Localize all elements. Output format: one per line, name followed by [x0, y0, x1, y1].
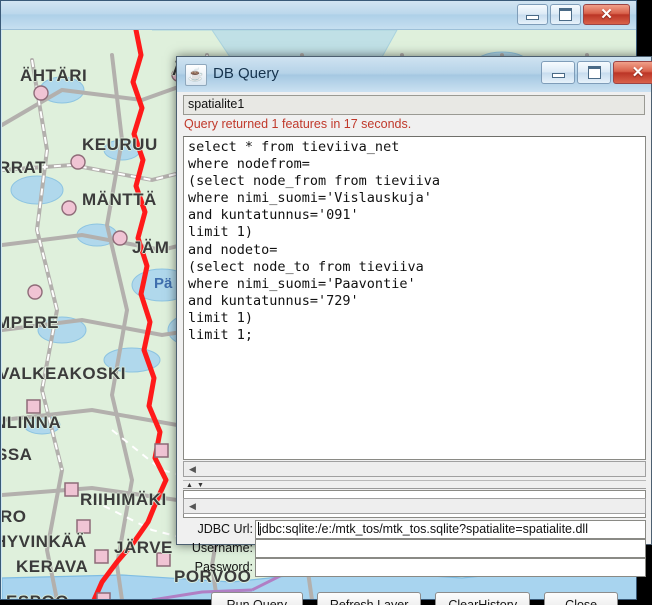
- clear-history-button[interactable]: Clear History: [435, 592, 531, 605]
- close-icon: ✕: [631, 64, 645, 81]
- clear-history-post: istory: [487, 597, 518, 605]
- refresh-layer-post: resh Layer: [349, 597, 409, 605]
- connection-form: JDBC Url: jdbc:sqlite:/e:/mtk_tos/mtk_to…: [183, 520, 646, 577]
- run-query-post: n Query: [242, 597, 288, 605]
- close-button[interactable]: Close: [544, 592, 619, 605]
- jdbc-url-row: JDBC Url: jdbc:sqlite:/e:/mtk_tos/mtk_to…: [183, 520, 646, 539]
- jdbc-url-value: jdbc:sqlite:/e:/mtk_tos/mtk_tos.sqlite?s…: [259, 522, 588, 536]
- close-mnemonic: C: [565, 597, 575, 605]
- dialog-button-row: Run Query Re f resh Layer Clear History Cl…: [183, 592, 646, 605]
- map-label: MÄNTTÄ: [82, 190, 157, 209]
- minimize-icon: [526, 15, 539, 20]
- java-cup-icon: ☕: [185, 64, 207, 86]
- run-query-mnemonic: u: [235, 597, 243, 605]
- maximize-icon: [587, 66, 601, 79]
- username-row: Username:: [183, 539, 646, 558]
- close-icon: ✕: [600, 6, 613, 23]
- screen: ✕ ÄHTÄRI KEURUU RRAT MÄNTTÄ JÄM MPERE VA…: [0, 0, 652, 605]
- clear-history-pre: Clear: [448, 597, 479, 605]
- dialog-minimize-button[interactable]: [541, 61, 575, 84]
- close-post: lose: [574, 597, 598, 605]
- map-label: JÄRVE: [114, 538, 173, 557]
- minimize-icon: [551, 73, 565, 78]
- dialog-close-button[interactable]: ✕: [613, 61, 652, 84]
- password-input[interactable]: [255, 558, 646, 577]
- result-horizontal-scrollbar[interactable]: ◀: [183, 498, 646, 514]
- dialog-maximize-button[interactable]: [577, 61, 611, 84]
- tab-spatialite1[interactable]: spatialite1: [188, 97, 244, 111]
- clear-history-mnemonic: H: [478, 597, 488, 605]
- pane-splitter[interactable]: ▲ ▼: [183, 480, 646, 489]
- map-label: HYVINKÄÄ: [2, 532, 87, 551]
- jdbc-url-label: JDBC Url:: [197, 522, 253, 536]
- outer-title-bar[interactable]: ✕: [1, 1, 636, 30]
- outer-minimize-button[interactable]: [517, 4, 548, 25]
- password-row: Password:: [183, 558, 646, 577]
- sql-editor[interactable]: select * from tieviiva_net where nodefro…: [183, 136, 646, 460]
- splitter-collapse-down-icon[interactable]: ▼: [197, 482, 204, 489]
- maximize-icon: [559, 8, 572, 21]
- run-query-button[interactable]: Run Query: [210, 592, 303, 605]
- scroll-left-icon[interactable]: ◀: [185, 500, 200, 513]
- sql-text: select * from tieviiva_net where nodefro…: [188, 139, 440, 344]
- connection-tab-strip[interactable]: spatialite1: [183, 95, 645, 115]
- jdbc-url-input[interactable]: jdbc:sqlite:/e:/mtk_tos/mtk_tos.sqlite?s…: [255, 520, 646, 539]
- map-label: ESPOO: [6, 592, 69, 599]
- dialog-body: spatialite1 Query returned 1 features in…: [177, 92, 651, 605]
- splitter-collapse-up-icon[interactable]: ▲: [186, 482, 193, 489]
- username-input[interactable]: [255, 539, 646, 558]
- query-status-message: Query returned 1 features in 17 seconds.: [184, 117, 646, 135]
- refresh-layer-button[interactable]: Re f resh Layer: [316, 592, 422, 605]
- refresh-layer-pre: Re: [329, 597, 346, 605]
- dialog-title-bar[interactable]: ☕ DB Query ✕: [177, 57, 652, 93]
- password-label: Password:: [194, 560, 253, 574]
- map-label: RRAT: [2, 158, 46, 177]
- map-label: VALKEAKOSKI: [2, 364, 126, 383]
- map-label: KERAVA: [16, 557, 89, 576]
- outer-maximize-button[interactable]: [550, 4, 581, 25]
- map-label: KEURUU: [82, 135, 158, 154]
- map-label: NLINNA: [2, 413, 62, 432]
- map-label: RIIHIMÄKI: [80, 490, 167, 509]
- dialog-title: DB Query: [213, 65, 279, 82]
- outer-close-button[interactable]: ✕: [583, 4, 630, 25]
- run-query-pre: R: [226, 597, 236, 605]
- map-label: SSA: [2, 445, 33, 464]
- map-label: RO: [2, 507, 27, 526]
- sql-horizontal-scrollbar[interactable]: ◀: [183, 461, 646, 477]
- map-label: ÄHTÄRI: [20, 66, 88, 85]
- username-label: Username:: [191, 541, 253, 555]
- db-query-dialog[interactable]: ☕ DB Query ✕ spatialite1 Query returned …: [176, 56, 652, 605]
- scroll-left-icon[interactable]: ◀: [185, 463, 200, 476]
- map-label: MPERE: [2, 313, 59, 332]
- map-label: VANTAA: [107, 598, 178, 599]
- map-label: JÄM: [132, 238, 170, 257]
- map-water-label: Pä: [154, 275, 173, 292]
